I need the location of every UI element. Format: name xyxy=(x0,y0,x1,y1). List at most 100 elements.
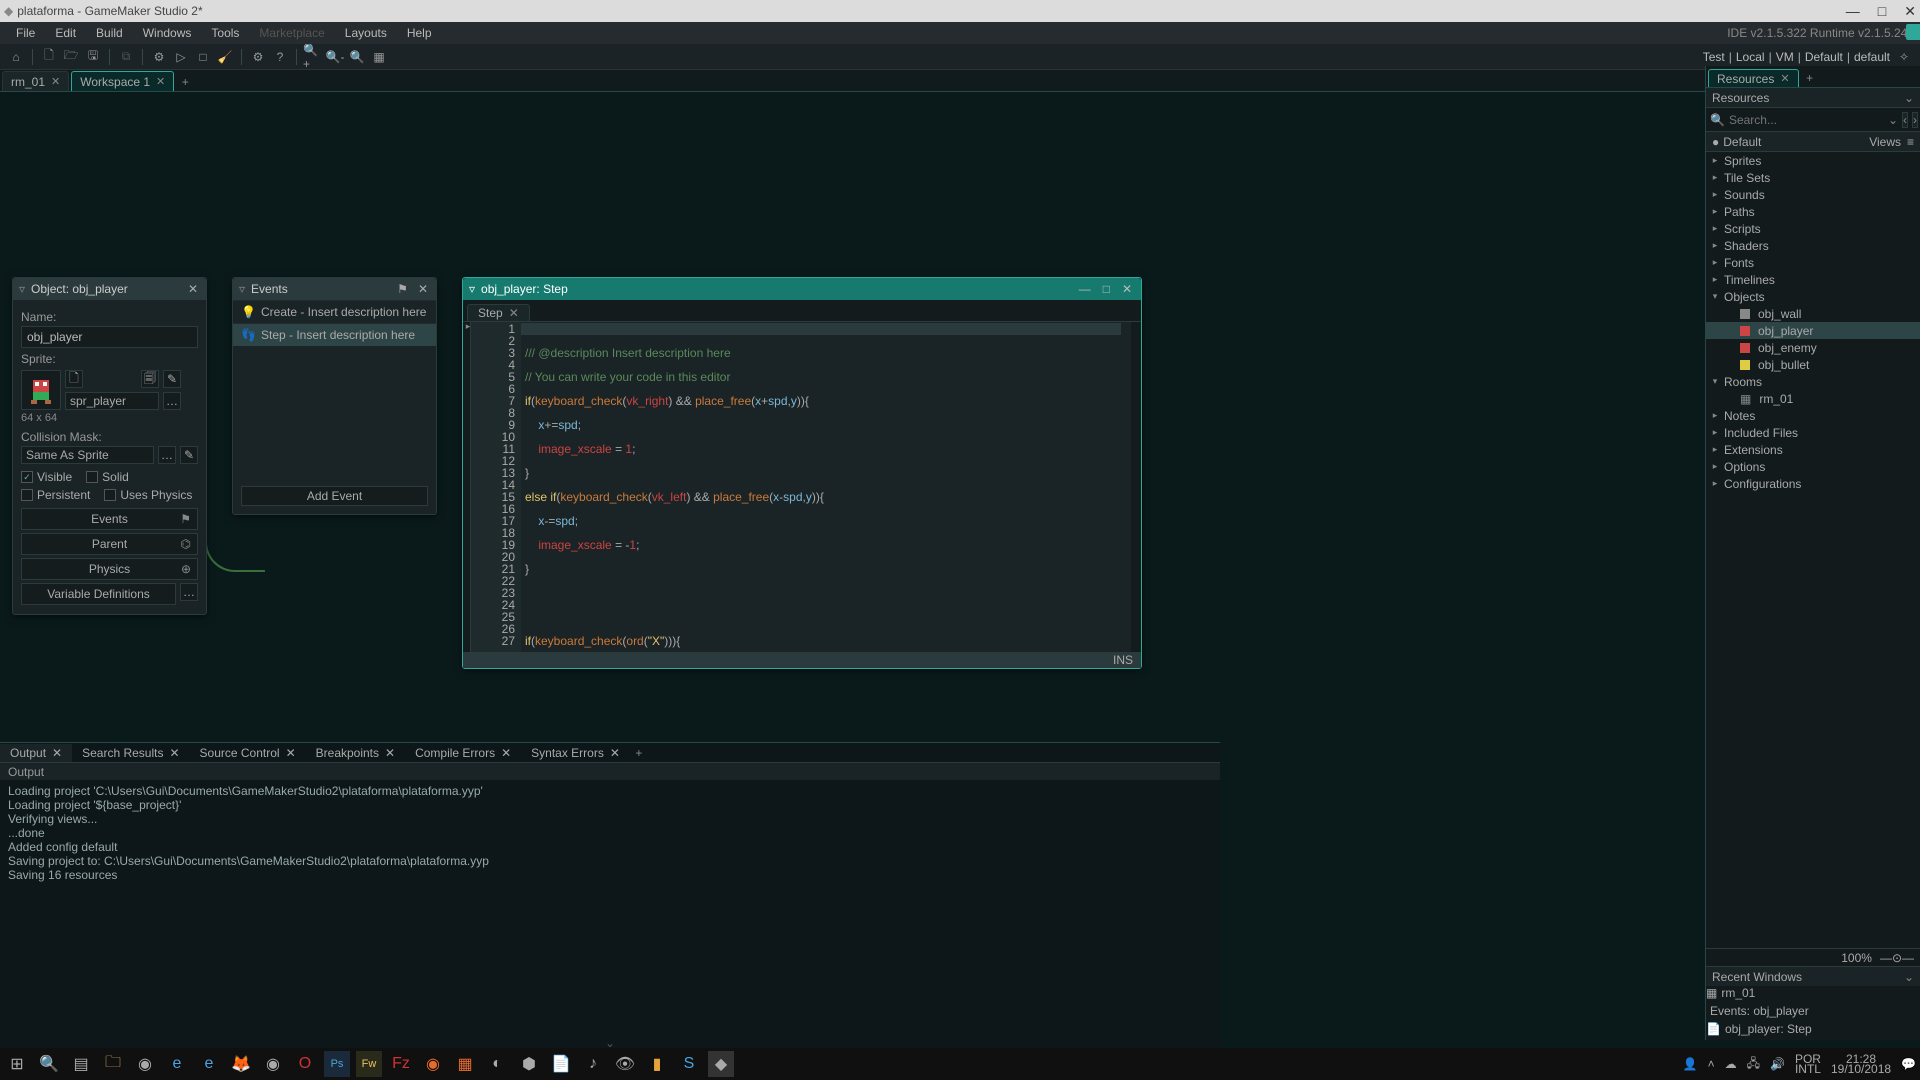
start-icon[interactable]: ⊞ xyxy=(4,1051,30,1077)
sprite-pencil-icon[interactable]: ✎ xyxy=(163,370,181,388)
chevron-down-icon[interactable]: ⌄ xyxy=(1904,91,1914,105)
tab-compile-errors[interactable]: Compile Errors✕ xyxy=(405,744,521,762)
tree-item[interactable]: ▦rm_01 xyxy=(1706,390,1920,407)
gamemaker-icon[interactable]: ◆ xyxy=(708,1051,734,1077)
settings-icon[interactable]: ⚙ xyxy=(248,47,268,67)
workspace[interactable]: ▿Object: obj_player✕ Name: Sprite: 🗋🗐✎ s… xyxy=(0,92,1920,1080)
object-editor-panel[interactable]: ▿Object: obj_player✕ Name: Sprite: 🗋🗐✎ s… xyxy=(12,277,207,615)
tree-folder[interactable]: ▸Paths xyxy=(1706,203,1920,220)
add-event-button[interactable]: Add Event xyxy=(241,486,428,506)
tab-breakpoints[interactable]: Breakpoints✕ xyxy=(306,744,405,762)
tree-folder[interactable]: ▸Sounds xyxy=(1706,186,1920,203)
resources-new-tab[interactable]: + xyxy=(1801,69,1819,87)
fireworks-icon[interactable]: Fw xyxy=(356,1051,382,1077)
tab-search-results[interactable]: Search Results✕ xyxy=(72,744,189,762)
volume-icon[interactable]: 🔊 xyxy=(1770,1057,1785,1071)
app-icon[interactable]: 📄 xyxy=(548,1051,574,1077)
views-button[interactable]: Views xyxy=(1869,135,1901,149)
tree-item[interactable]: obj_player xyxy=(1706,322,1920,339)
edge-icon[interactable]: e xyxy=(196,1051,222,1077)
code-area[interactable]: /// @description Insert description here… xyxy=(521,322,1131,652)
tab-workspace1[interactable]: Workspace 1✕ xyxy=(71,71,174,91)
menu-marketplace[interactable]: Marketplace xyxy=(249,22,334,44)
new-tab-button[interactable]: + xyxy=(176,73,194,91)
menu-build[interactable]: Build xyxy=(86,22,133,44)
package-icon[interactable]: ⧉ xyxy=(116,47,136,67)
tree-folder[interactable]: ▸Timelines xyxy=(1706,271,1920,288)
bottom-new-tab[interactable]: + xyxy=(630,744,648,762)
eclipse-icon[interactable]: ◐ xyxy=(484,1051,510,1077)
notification-icon[interactable] xyxy=(1906,24,1920,40)
onedrive-icon[interactable]: ☁ xyxy=(1725,1057,1737,1071)
stop-icon[interactable]: □ xyxy=(193,47,213,67)
zoom-control[interactable]: 100%—⊙— xyxy=(1706,948,1920,966)
search-next-icon[interactable]: › xyxy=(1912,112,1918,128)
tree-folder[interactable]: ▸Options xyxy=(1706,458,1920,475)
tray-up-icon[interactable]: ˄ xyxy=(1708,1057,1715,1071)
explorer-icon[interactable]: 🗀 xyxy=(100,1051,126,1077)
clock[interactable]: 21:2819/10/2018 xyxy=(1831,1054,1891,1074)
open-icon[interactable]: 🗁 xyxy=(61,47,81,67)
tree-folder[interactable]: ▸Extensions xyxy=(1706,441,1920,458)
physics-checkbox[interactable]: Uses Physics xyxy=(104,488,192,502)
fold-gutter[interactable]: ▸ xyxy=(463,322,471,652)
recent-item[interactable]: Events: obj_player xyxy=(1706,1004,1920,1022)
zoom-in-icon[interactable]: 🔍+ xyxy=(303,47,323,67)
events-panel[interactable]: ▿Events⚑✕ 💡Create - Insert description h… xyxy=(232,277,437,515)
search-prev-icon[interactable]: ‹ xyxy=(1902,112,1908,128)
new-icon[interactable]: 🗋 xyxy=(39,47,59,67)
discord-icon[interactable]: 👁 xyxy=(612,1051,638,1077)
sprite-dropdown-icon[interactable]: … xyxy=(163,392,181,410)
sprite-preview[interactable] xyxy=(21,370,61,410)
app-icon[interactable]: ⬢ xyxy=(516,1051,542,1077)
mask-dropdown-icon[interactable]: … xyxy=(158,446,176,464)
parent-button[interactable]: Parent⌬ xyxy=(21,533,198,555)
tab-resources[interactable]: Resources✕ xyxy=(1708,69,1799,87)
maximize-icon[interactable]: □ xyxy=(1878,3,1886,20)
code-tab-step[interactable]: Step✕ xyxy=(467,304,530,321)
target-label[interactable]: Test xyxy=(1703,50,1725,64)
filezilla-icon[interactable]: Fz xyxy=(388,1051,414,1077)
sprite-select[interactable]: spr_player xyxy=(65,392,159,410)
zoom-out-icon[interactable]: 🔍- xyxy=(325,47,345,67)
chevron-down-icon[interactable]: ⌄ xyxy=(1904,970,1914,984)
steam-icon[interactable]: ◉ xyxy=(132,1051,158,1077)
tree-item[interactable]: obj_enemy xyxy=(1706,339,1920,356)
menu-tools[interactable]: Tools xyxy=(201,22,249,44)
scrollbar[interactable] xyxy=(1131,322,1141,652)
tab-rm01[interactable]: rm_01✕ xyxy=(2,71,69,91)
collapse-icon[interactable]: ▿ xyxy=(19,282,25,296)
persistent-checkbox[interactable]: Persistent xyxy=(21,488,90,502)
tree-item[interactable]: obj_bullet xyxy=(1706,356,1920,373)
save-icon[interactable]: 🖫 xyxy=(83,47,103,67)
menu-help[interactable]: Help xyxy=(397,22,442,44)
panel-close-icon[interactable]: ✕ xyxy=(416,282,430,296)
tree-folder[interactable]: ▸Fonts xyxy=(1706,254,1920,271)
tree-folder[interactable]: ▸Tile Sets xyxy=(1706,169,1920,186)
sprite-edit-icon[interactable]: 🗐 xyxy=(141,370,159,388)
variables-button[interactable]: Variable Definitions xyxy=(21,583,176,605)
notifications-icon[interactable]: 💬 xyxy=(1901,1057,1916,1071)
debug-icon[interactable]: ⚙ xyxy=(149,47,169,67)
network-icon[interactable]: 🖧 xyxy=(1747,1054,1760,1075)
event-step[interactable]: 👣Step - Insert description here xyxy=(233,323,436,346)
resources-panel[interactable]: Resources✕+ Resources⌄ 🔍 ⌄ ‹ › ●DefaultV… xyxy=(1705,66,1920,1040)
variables-more-icon[interactable]: … xyxy=(180,583,198,601)
tree-folder[interactable]: ▸Included Files xyxy=(1706,424,1920,441)
itunes-icon[interactable]: ♪ xyxy=(580,1051,606,1077)
panel-minimize-icon[interactable]: — xyxy=(1076,282,1094,296)
panel-maximize-icon[interactable]: □ xyxy=(1100,282,1113,296)
zoom-reset-icon[interactable]: 🔍 xyxy=(347,47,367,67)
resource-search-input[interactable] xyxy=(1729,113,1884,127)
keyboard-lang[interactable]: PORINTL xyxy=(1795,1054,1821,1074)
layout-icon[interactable]: ▦ xyxy=(369,47,389,67)
sprite-new-icon[interactable]: 🗋 xyxy=(65,370,83,388)
tree-folder[interactable]: ▸Sprites xyxy=(1706,152,1920,169)
visible-checkbox[interactable]: ✓Visible xyxy=(21,470,72,484)
help-icon[interactable]: ? xyxy=(270,47,290,67)
code-editor-panel[interactable]: ▿obj_player: Step—□✕ Step✕ ▸ 12345678910… xyxy=(462,277,1142,669)
events-button[interactable]: Events⚑ xyxy=(21,508,198,530)
resource-tree[interactable]: ▸Sprites▸Tile Sets▸Sounds▸Paths▸Scripts▸… xyxy=(1706,152,1920,948)
menu-edit[interactable]: Edit xyxy=(45,22,86,44)
tab-output[interactable]: Output✕ xyxy=(0,744,72,762)
